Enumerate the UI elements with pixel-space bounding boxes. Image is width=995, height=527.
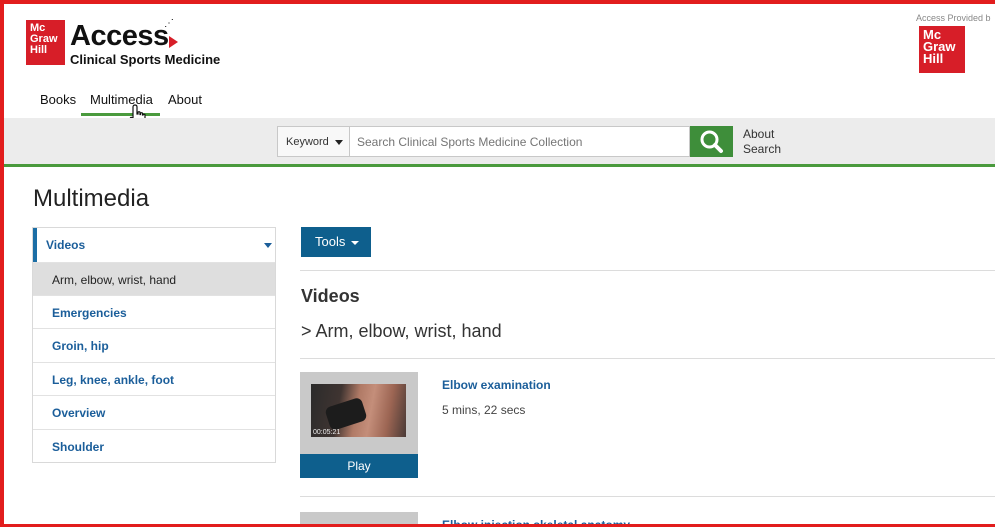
caret-down-icon [334,139,343,145]
institution-logo: Mc Graw Hill [919,26,965,73]
nav-about[interactable]: About [168,92,202,107]
sidebar-header-videos[interactable]: Videos [33,228,275,262]
video-duration: 5 mins, 22 secs [442,403,526,417]
sidebar-item-groin-hip[interactable]: Groin, hip [33,328,275,361]
keyword-select[interactable]: Keyword [277,126,350,157]
video-thumbnail[interactable]: 00:05:21 Play [300,372,418,478]
breadcrumb: > Arm, elbow, wrist, hand [301,321,502,341]
chevron-down-icon [264,243,272,248]
thumbnail-shadow [324,396,368,432]
mcgraw-hill-logo[interactable]: Mc Graw Hill [26,20,65,65]
sidebar-item-emergencies[interactable]: Emergencies [33,295,275,328]
video-thumbnail-image[interactable]: 00:05:21 [311,384,406,437]
nav-books[interactable]: Books [40,92,76,107]
divider [300,358,995,359]
search-button[interactable] [690,126,733,157]
sidebar-item-label: Shoulder [52,440,105,454]
video-thumbnail[interactable] [300,512,418,524]
caret-down-icon [351,240,360,245]
brand-product-name[interactable]: Clinical Sports Medicine [70,52,220,67]
divider [300,496,995,497]
sidebar-item-label: Arm, elbow, wrist, hand [52,273,177,287]
tools-label: Tools [315,234,346,249]
sidebar-item-leg-knee-ankle-foot[interactable]: Leg, knee, ankle, foot [33,362,275,395]
tools-button[interactable]: Tools [301,227,371,257]
about-search-line1: About [743,127,775,141]
video-title-link[interactable]: Elbow injection skeletal anatomy [442,518,630,524]
logo-line: Hill [923,51,944,66]
keyword-label: Keyword [286,136,329,148]
nav-active-indicator [81,113,160,116]
sidebar-item-label: Leg, knee, ankle, foot [52,373,175,387]
video-timestamp: 00:05:21 [313,429,341,436]
play-button[interactable]: Play [300,454,418,478]
search-bar: Keyword About Search [4,118,995,167]
video-title-link[interactable]: Elbow examination [442,378,551,392]
sidebar: Videos Arm, elbow, wrist, hand Emergenci… [32,227,276,463]
sidebar-item-label: Emergencies [52,306,127,320]
sidebar-item-overview[interactable]: Overview [33,395,275,428]
divider [300,270,995,271]
access-provided-by: Access Provided b [916,13,991,23]
logo-line: Hill [30,44,48,56]
sidebar-item-label: Overview [52,406,106,420]
brand-access-title[interactable]: Access [70,20,169,53]
about-search-line2: Search [743,142,782,156]
sidebar-header-label: Videos [46,238,86,252]
browser-frame: Mc Graw Hill ⋰ Access Clinical Sports Me… [0,0,995,527]
site-header: Mc Graw Hill ⋰ Access Clinical Sports Me… [4,4,995,128]
sidebar-item-label: Groin, hip [52,339,109,353]
section-title: Videos [301,286,360,306]
about-search-link[interactable]: About Search [743,127,781,157]
search-input[interactable] [350,126,690,157]
search-icon [700,130,723,153]
page-title: Multimedia [33,185,150,212]
sidebar-item-arm-elbow-wrist-hand[interactable]: Arm, elbow, wrist, hand [33,262,275,295]
brand-arrow-icon [169,36,178,48]
sidebar-item-shoulder[interactable]: Shoulder [33,429,275,462]
